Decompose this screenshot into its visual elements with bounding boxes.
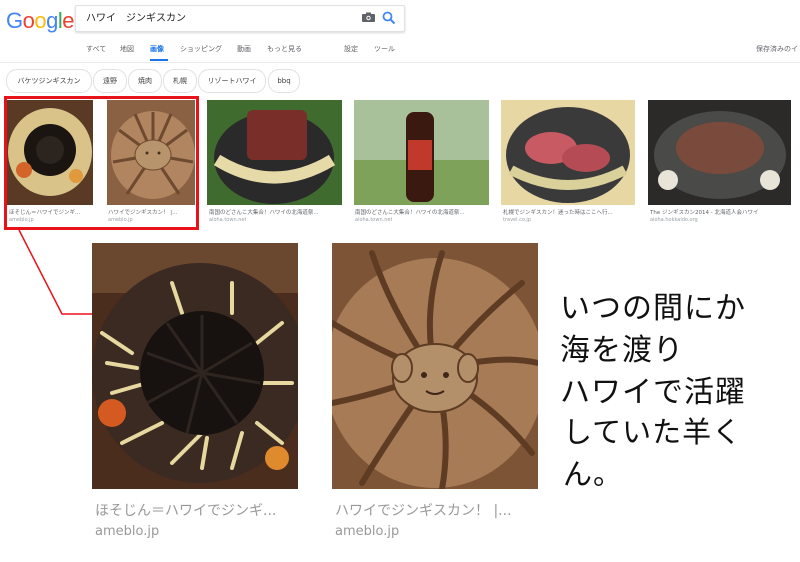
result-thumbnail[interactable]: [207, 100, 342, 205]
search-box: [75, 5, 405, 32]
tab-images[interactable]: 画像: [150, 44, 164, 54]
enlarged-image-right: [332, 243, 538, 489]
enlarged-title-right[interactable]: ハワイでジンギスカン！ |...: [335, 500, 512, 520]
annotation-line: いつの間にか: [560, 291, 746, 326]
tab-videos[interactable]: 動画: [237, 44, 251, 54]
annotation-line: 海を渡り: [560, 333, 684, 368]
chip-bbq[interactable]: bbq: [268, 69, 300, 93]
tab-shopping[interactable]: ショッピング: [180, 44, 222, 54]
result-title[interactable]: The ジンギスカン2014 - 北海道人会ハワイ: [650, 208, 790, 216]
result-source: aloha.hokkaido.org: [650, 217, 698, 223]
annotation-line: していた羊くん。: [563, 415, 743, 491]
tab-more[interactable]: もっと見る: [267, 44, 302, 54]
logo-letter: G: [6, 8, 23, 33]
result-title[interactable]: 札幌でジンギスカン！迷った時はここへ行...: [503, 208, 634, 216]
logo-letter: e: [62, 8, 75, 33]
search-input[interactable]: [84, 10, 358, 23]
chip-bucket-jingisukan[interactable]: バケツジンギスカン: [6, 69, 92, 93]
chip-yakiniku[interactable]: 焼肉: [128, 69, 162, 93]
annotation-line: ハワイで活躍: [560, 375, 746, 410]
tab-tools[interactable]: ツール: [374, 44, 395, 54]
saved-link[interactable]: 保存済みのイ: [756, 44, 798, 54]
logo-letter: o: [22, 8, 35, 33]
result-title[interactable]: 南国のどさんこ大集合！ハワイの北海道祭...: [209, 208, 341, 216]
result-source: aloha.town.net: [355, 217, 393, 223]
enlarged-title-left[interactable]: ほそじん＝ハワイでジンギ...: [95, 500, 276, 520]
result-source: travel.co.jp: [503, 217, 531, 223]
logo-letter: g: [46, 8, 58, 33]
result-thumbnail[interactable]: [354, 100, 489, 205]
result-title[interactable]: 南国のどさんこ大集合！ハワイの北海道祭...: [355, 208, 487, 216]
search-icon[interactable]: [382, 11, 396, 25]
tab-all[interactable]: すべて: [86, 44, 106, 54]
chip-tono[interactable]: 遠野: [93, 69, 127, 93]
google-logo[interactable]: Google: [6, 8, 75, 34]
enlarged-source-left: ameblo.jp: [95, 524, 160, 539]
result-thumbnail[interactable]: [501, 100, 635, 205]
logo-letter: o: [34, 8, 47, 33]
tab-maps[interactable]: 地図: [120, 44, 134, 54]
search-tabs: すべて 地図 画像 ショッピング 動画 もっと見る 設定 ツール 保存済みのイ: [0, 38, 800, 63]
chip-resort-hawaii[interactable]: リゾートハワイ: [198, 69, 266, 93]
enlarged-image-left: [92, 243, 298, 489]
tab-settings[interactable]: 設定: [344, 44, 358, 54]
chip-sapporo[interactable]: 札幌: [163, 69, 197, 93]
active-tab-indicator: [150, 59, 168, 61]
camera-icon[interactable]: [362, 12, 375, 22]
enlarged-source-right: ameblo.jp: [335, 524, 400, 539]
result-thumbnail[interactable]: [648, 100, 791, 205]
highlight-box: [4, 96, 199, 230]
result-source: aloha.town.net: [209, 217, 247, 223]
